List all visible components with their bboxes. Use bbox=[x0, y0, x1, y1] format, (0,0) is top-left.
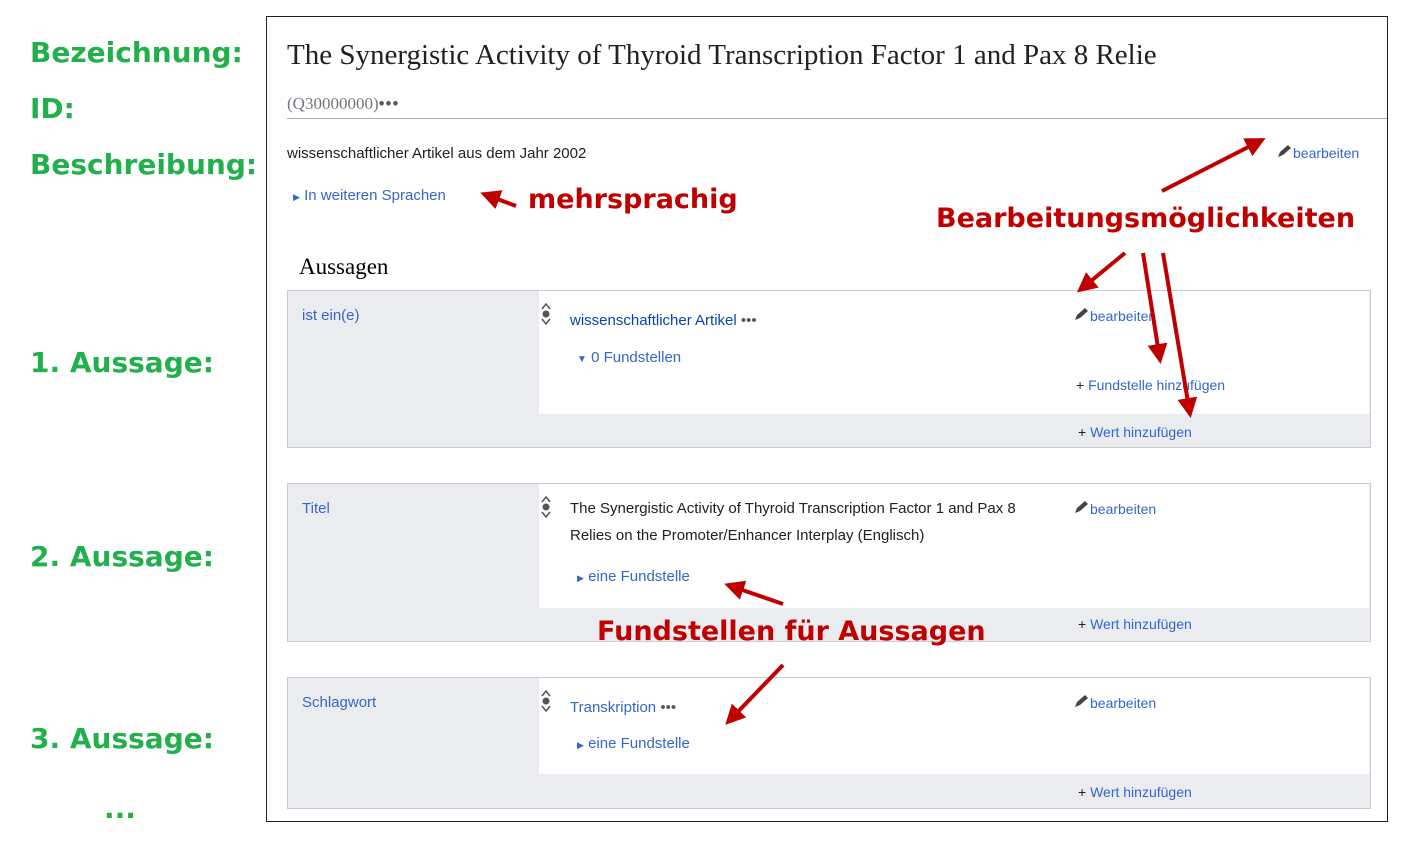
add-value-button[interactable]: + Wert hinzufügen bbox=[1078, 616, 1192, 632]
edit-button[interactable]: bearbeiten bbox=[1074, 500, 1156, 517]
plus-icon: + bbox=[1076, 377, 1085, 393]
plus-icon: + bbox=[1078, 784, 1087, 800]
statement-value-block: The Synergistic Activity of Thyroid Tran… bbox=[539, 484, 1369, 608]
references-label: 0 Fundstellen bbox=[591, 349, 682, 366]
pencil-icon bbox=[1074, 695, 1090, 711]
references-toggle[interactable]: ▶ eine Fundstelle bbox=[577, 735, 690, 752]
item-description: wissenschaftlicher Artikel aus dem Jahr … bbox=[287, 145, 587, 162]
statement-value: Transkription ••• bbox=[570, 694, 1060, 721]
pencil-icon bbox=[1074, 501, 1090, 517]
label-bezeichnung: Bezeichnung: bbox=[30, 36, 243, 69]
plus-icon: + bbox=[1078, 424, 1087, 440]
page-title: The Synergistic Activity of Thyroid Tran… bbox=[287, 39, 1157, 71]
label-statement-1: 1. Aussage: bbox=[30, 346, 214, 379]
statement-value-link[interactable]: wissenschaftlicher Artikel bbox=[570, 312, 737, 329]
item-id-more-icon[interactable]: ••• bbox=[379, 94, 400, 113]
add-value-label: Wert hinzufügen bbox=[1090, 616, 1192, 632]
label-id: ID: bbox=[30, 92, 75, 125]
other-languages-label: In weiteren Sprachen bbox=[304, 187, 446, 204]
add-value-button[interactable]: + Wert hinzufügen bbox=[1078, 424, 1192, 440]
references-label: eine Fundstelle bbox=[588, 735, 690, 752]
statement-property[interactable]: ist ein(e) bbox=[302, 307, 360, 324]
annotation-references: Fundstellen für Aussagen bbox=[597, 616, 986, 647]
triangle-right-icon: ▶ bbox=[293, 192, 300, 202]
wikidata-item-page: The Synergistic Activity of Thyroid Tran… bbox=[266, 16, 1388, 822]
plus-icon: + bbox=[1078, 616, 1087, 632]
statement-property[interactable]: Titel bbox=[302, 500, 330, 517]
edit-button[interactable]: bearbeiten bbox=[1074, 694, 1156, 711]
add-reference-button[interactable]: + Fundstelle hinzufügen bbox=[1076, 377, 1225, 393]
statement-value-block: wissenschaftlicher Artikel ••• ▼ 0 Funds… bbox=[539, 291, 1369, 414]
label-more: ... bbox=[104, 792, 136, 825]
annotation-edit-options: Bearbeitungsmöglichkeiten bbox=[936, 203, 1356, 234]
label-statement-3: 3. Aussage: bbox=[30, 722, 214, 755]
edit-label: bearbeiten bbox=[1090, 695, 1157, 711]
edit-button[interactable]: bearbeiten bbox=[1074, 307, 1156, 324]
other-languages-link[interactable]: ▶ In weiteren Sprachen bbox=[293, 187, 446, 204]
section-title-statements: Aussagen bbox=[299, 254, 389, 279]
annotation-multilingual: mehrsprachig bbox=[528, 184, 738, 215]
item-id-text: (Q30000000) bbox=[287, 94, 379, 113]
statement-group-instance-of: ist ein(e) wissenschaftlicher Artikel ••… bbox=[287, 290, 1371, 448]
label-beschreibung: Beschreibung: bbox=[30, 148, 258, 181]
value-more-icon[interactable]: ••• bbox=[741, 312, 757, 329]
label-statement-2: 2. Aussage: bbox=[30, 540, 214, 573]
edit-label: bearbeiten bbox=[1090, 308, 1157, 324]
add-value-label: Wert hinzufügen bbox=[1090, 424, 1192, 440]
triangle-right-icon: ▶ bbox=[577, 740, 584, 750]
triangle-down-icon: ▼ bbox=[577, 354, 587, 365]
statement-value: wissenschaftlicher Artikel ••• bbox=[570, 307, 1060, 334]
header-edit-button[interactable]: bearbeiten bbox=[1277, 144, 1359, 161]
statement-value-link[interactable]: Transkription bbox=[570, 699, 656, 716]
references-toggle[interactable]: ▼ 0 Fundstellen bbox=[577, 349, 681, 366]
references-toggle[interactable]: ▶ eine Fundstelle bbox=[577, 568, 690, 585]
add-reference-label: Fundstelle hinzufügen bbox=[1088, 377, 1226, 393]
add-value-label: Wert hinzufügen bbox=[1090, 784, 1192, 800]
header-edit-label: bearbeiten bbox=[1293, 145, 1360, 161]
statement-value: The Synergistic Activity of Thyroid Tran… bbox=[570, 500, 1016, 544]
statement-group-main-subject: Schlagwort Transkription ••• ▶ eine Fund… bbox=[287, 677, 1371, 809]
rank-selector-icon[interactable] bbox=[539, 495, 553, 519]
pencil-icon bbox=[1277, 145, 1293, 161]
pencil-icon bbox=[1074, 308, 1090, 324]
references-label: eine Fundstelle bbox=[588, 568, 690, 585]
edit-label: bearbeiten bbox=[1090, 501, 1157, 517]
rank-selector-icon[interactable] bbox=[539, 302, 553, 326]
add-value-button[interactable]: + Wert hinzufügen bbox=[1078, 784, 1192, 800]
item-id: (Q30000000)••• bbox=[287, 94, 399, 114]
statement-property[interactable]: Schlagwort bbox=[302, 694, 376, 711]
rank-selector-icon[interactable] bbox=[539, 689, 553, 713]
title-divider bbox=[287, 118, 1387, 119]
triangle-right-icon: ▶ bbox=[577, 573, 584, 583]
statement-value-block: Transkription ••• ▶ eine Fundstelle bear… bbox=[539, 678, 1369, 774]
value-more-icon[interactable]: ••• bbox=[660, 699, 676, 716]
